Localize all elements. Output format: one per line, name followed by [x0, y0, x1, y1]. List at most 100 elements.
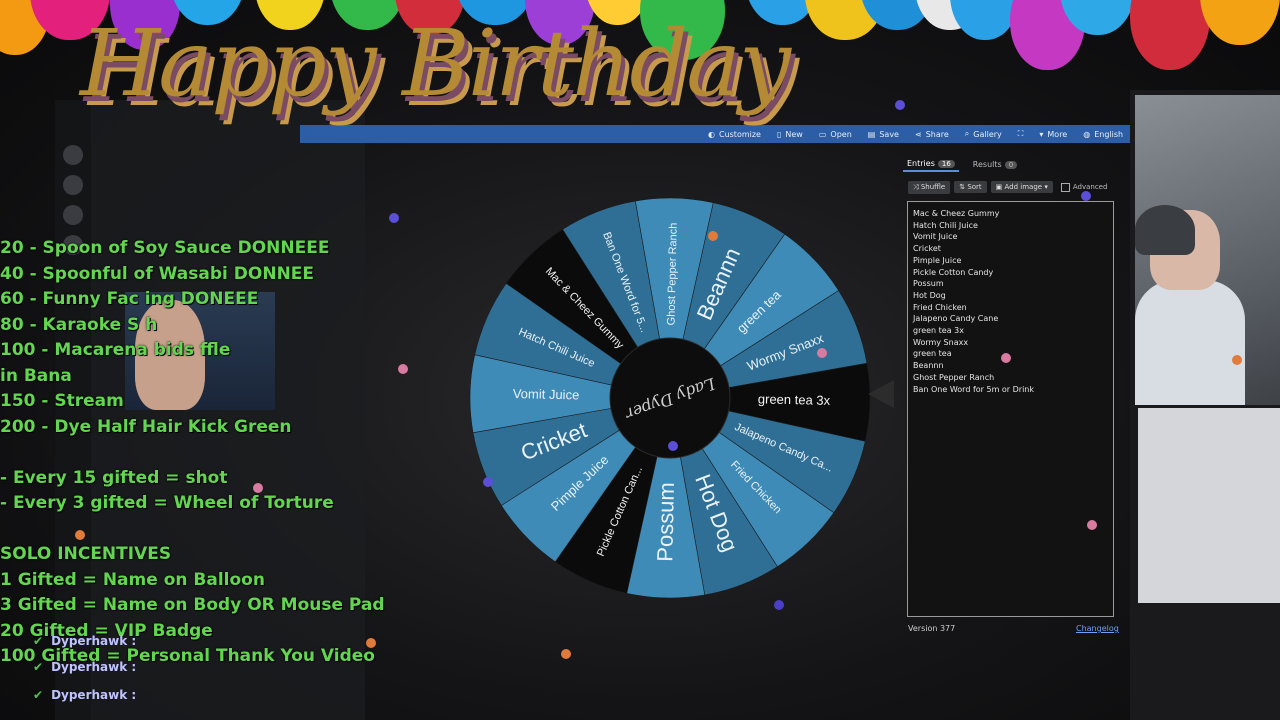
- entries-textarea[interactable]: Mac & Cheez Gummy Hatch Chili Juice Vomit …: [907, 201, 1114, 617]
- search-icon: ⌕: [964, 129, 970, 138]
- incentive-line: - Every 3 gifted = Wheel of Torture: [0, 493, 334, 513]
- happy-birthday-banner: Happy Birthday: [80, 10, 791, 117]
- toolbar-button-label: Gallery: [973, 129, 1002, 139]
- checkbox-box[interactable]: [1060, 182, 1070, 192]
- confetti-dot: [774, 600, 784, 610]
- tab-entries[interactable]: Entries 16: [903, 157, 959, 172]
- entry-item[interactable]: Hatch Chili Juice: [913, 220, 1108, 232]
- verified-icon: ✔: [33, 660, 44, 674]
- chat-username: Dyperhawk :: [51, 634, 137, 648]
- fullscreen-icon: ⛶: [1017, 129, 1024, 138]
- confetti-dot: [389, 213, 399, 223]
- toolbar-button-fullscreen[interactable]: ⛶: [1010, 126, 1032, 142]
- sort-button[interactable]: ⇅ Sort: [954, 181, 987, 193]
- incentive-line: 60 - Funny Fac ing DONEEE: [0, 289, 259, 309]
- confetti-dot: [483, 477, 493, 487]
- entry-item[interactable]: Cricket: [913, 243, 1108, 255]
- chat-username: Dyperhawk :: [51, 660, 137, 674]
- toolbar-button-new[interactable]: ▯ New: [769, 126, 811, 142]
- wheel-pointer: [868, 380, 894, 408]
- entry-item[interactable]: green tea 3x: [913, 325, 1108, 337]
- confetti-dot: [253, 483, 263, 493]
- chat-message: ✔ Dyperhawk :: [33, 634, 136, 648]
- confetti-dot: [366, 638, 376, 648]
- tab-results-label: Results: [972, 159, 1002, 169]
- confetti-dot: [1232, 355, 1242, 365]
- advanced-label: Advanced: [1072, 183, 1108, 191]
- add-image-button[interactable]: ▣ Add image ▾: [990, 181, 1053, 193]
- chat-username: Dyperhawk :: [51, 688, 137, 702]
- entry-item[interactable]: Mac & Cheez Gummy: [913, 208, 1108, 220]
- server-icon[interactable]: [63, 175, 83, 195]
- version-label: Version 377: [908, 624, 956, 633]
- tab-entries-count: 16: [937, 159, 955, 168]
- add-image-label: Add image: [1004, 183, 1043, 191]
- tab-results[interactable]: Results 0: [969, 158, 1021, 171]
- toolbar-button-label: Customize: [718, 129, 761, 139]
- toolbar-button-open[interactable]: ▭ Open: [811, 126, 860, 142]
- chat-message: ✔ Dyperhawk :: [33, 688, 136, 702]
- share-icon: ⋖: [914, 129, 922, 139]
- toolbar-button-share[interactable]: ⋖ Share: [907, 126, 957, 142]
- toolbar-button-label: Share: [925, 129, 949, 139]
- tab-results-count: 0: [1004, 160, 1018, 169]
- entry-item[interactable]: Pimple Juice: [913, 255, 1108, 267]
- entry-item[interactable]: Ghost Pepper Ranch: [913, 372, 1108, 384]
- verified-icon: ✔: [33, 688, 44, 702]
- shuffle-button[interactable]: ⤨ Shuffle: [908, 180, 951, 194]
- webcam-person-body: [1135, 280, 1245, 405]
- toolbar-button-label: New: [785, 129, 803, 139]
- server-icon[interactable]: [63, 145, 83, 165]
- toolbar-button-label: Open: [830, 129, 852, 139]
- confetti-dot: [895, 100, 905, 110]
- incentive-line: 20 - Spoon of Soy Sauce DONNEEE: [0, 238, 330, 258]
- panel-tabs: Entries 16 Results 0: [903, 155, 1123, 173]
- toolbar-button-customize[interactable]: ◐ Customize: [700, 126, 769, 142]
- incentive-line: 40 - Spoonful of Wasabi DONNEE: [0, 263, 315, 284]
- toolbar-button-gallery[interactable]: ⌕ Gallery: [957, 126, 1010, 142]
- incentive-line: 80 - Karaoke S h: [0, 314, 158, 335]
- confetti-dot: [561, 649, 571, 659]
- entry-item[interactable]: Wormy Snaxx: [913, 337, 1108, 349]
- entry-item[interactable]: Jalapeno Candy Cane: [913, 313, 1108, 325]
- verified-icon: ✔: [33, 634, 44, 648]
- new-file-icon: ▯: [776, 129, 782, 139]
- wheel-of-names[interactable]: Ghost Pepper Ranch Beannngreen teaWormy S…: [460, 188, 880, 608]
- wheel-segment-label: green tea 3x: [758, 391, 831, 408]
- confetti-dot: [1081, 191, 1091, 201]
- image-icon: ▣: [995, 183, 1005, 191]
- entry-item[interactable]: Hot Dog: [913, 290, 1108, 302]
- entry-item[interactable]: Possum: [913, 278, 1108, 290]
- save-icon: ▤: [867, 129, 876, 139]
- entries-list: Mac & Cheez Gummy Hatch Chili Juice Vomit …: [908, 202, 1113, 401]
- chat-message: ✔ Dyperhawk :: [33, 660, 136, 674]
- toolbar-button-label: English: [1094, 129, 1124, 139]
- webcam-person-headphones: [1135, 205, 1195, 255]
- confetti-dot: [817, 348, 827, 358]
- entry-item[interactable]: Fried Chicken: [913, 302, 1108, 314]
- toolbar-button-label: Save: [879, 129, 899, 139]
- server-icon[interactable]: [63, 205, 83, 225]
- toolbar-button-label: More: [1047, 129, 1068, 139]
- toolbar-button-more[interactable]: ▾ More: [1031, 126, 1075, 142]
- toolbar-button-save[interactable]: ▤ Save: [860, 126, 907, 142]
- globe-icon: ◍: [1083, 129, 1091, 139]
- toolbar-button-english[interactable]: ◍ English: [1075, 126, 1131, 142]
- entry-item[interactable]: Beannn: [913, 360, 1108, 372]
- entry-item[interactable]: Ban One Word for 5m or Drink: [913, 384, 1108, 396]
- palette-icon: ◐: [708, 129, 715, 139]
- incentive-line: 200 - Dye Half Hair Kick Green: [0, 416, 292, 437]
- entry-item[interactable]: Pickle Cotton Candy: [913, 267, 1108, 279]
- wheel-toolbar: ◐ Customize ▯ New ▭ Open ▤ Save ⋖ Share ⌕ Gallery ⛶ ▾…: [700, 126, 1130, 142]
- tab-entries-label: Entries: [907, 158, 935, 168]
- changelog-link[interactable]: Changelog: [1076, 624, 1119, 633]
- folder-icon: ▭: [818, 129, 827, 139]
- shuffle-icon: ⤨: [913, 182, 921, 191]
- incentive-line: - Every 15 gifted = shot: [0, 467, 228, 488]
- confetti-dot: [75, 530, 85, 540]
- confetti-dot: [668, 441, 678, 451]
- entry-item[interactable]: Vomit Juice: [913, 231, 1108, 243]
- chevron-down-icon: ▾: [1042, 183, 1048, 191]
- shuffle-label: Shuffle: [920, 182, 946, 191]
- incentive-line: 150 - Stream: [0, 391, 124, 411]
